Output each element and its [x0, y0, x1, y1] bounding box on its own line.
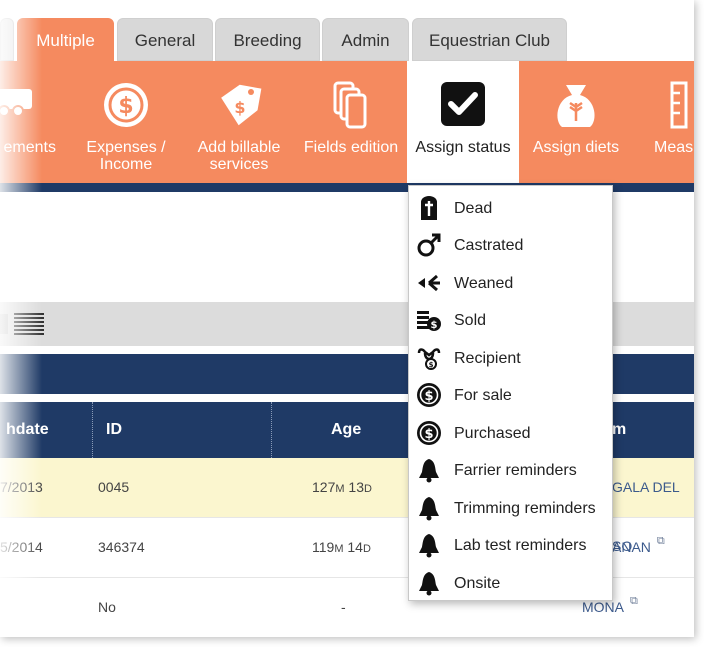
tab-bar: Multiple General Breeding Admin Equestri…: [0, 18, 694, 61]
status-item-sold[interactable]: $ Sold: [409, 302, 612, 339]
bell-icon: [416, 570, 442, 596]
cell-birthdate: 5/2014: [0, 539, 43, 555]
dollar-circle-icon: $: [416, 420, 442, 446]
cell-birthdate: 7/2013: [0, 479, 43, 495]
svg-text:$: $: [234, 98, 245, 117]
header-name[interactable]: m: [612, 402, 626, 458]
tab-general[interactable]: General: [117, 18, 213, 61]
cell-name-link[interactable]: GALA DEL SO: [612, 458, 694, 554]
status-item-purchased[interactable]: $ Purchased: [409, 415, 612, 452]
status-item-recipient[interactable]: $ Recipient: [409, 340, 612, 377]
bell-icon: [416, 495, 442, 521]
grain-sack-icon: [552, 81, 600, 135]
svg-text:$: $: [424, 389, 433, 404]
assign-diets-button[interactable]: Assign diets: [520, 61, 632, 183]
fields-edition-label: Fields edition: [303, 139, 399, 156]
status-item-for-sale[interactable]: $ For sale: [409, 377, 612, 414]
fields-edition-button[interactable]: Fields edition: [296, 61, 406, 183]
external-link-icon[interactable]: ⧉: [657, 535, 665, 547]
status-item-dead[interactable]: Dead: [409, 190, 612, 227]
dollar-circle-icon: $: [416, 382, 442, 408]
cell-id: No: [98, 599, 116, 615]
add-billable-services-label: Add billable services: [197, 139, 281, 173]
tab-multiple[interactable]: Multiple: [17, 18, 114, 61]
cell-id: 0045: [98, 479, 130, 495]
status-item-farrier-reminders[interactable]: Farrier reminders: [409, 452, 612, 489]
cell-age: 119M 14D: [312, 539, 371, 555]
uterus-icon: $: [416, 345, 442, 371]
male-symbol-icon: [416, 232, 442, 258]
movements-button[interactable]: ements: [0, 61, 62, 183]
tab-stub: [0, 18, 14, 61]
action-toolbar: ements $ Expenses / Income $ Add billabl…: [0, 61, 694, 183]
ruler-icon: [670, 81, 690, 135]
expenses-income-button[interactable]: $ Expenses / Income: [70, 61, 182, 183]
status-item-onsite[interactable]: Onsite: [409, 565, 612, 602]
price-tag-icon: $: [214, 81, 264, 135]
assign-status-menu: Dead Castrated Weaned $ Sold $ Recipient…: [408, 185, 613, 601]
header-birthdate[interactable]: hdate: [6, 402, 49, 458]
bell-icon: [416, 457, 442, 483]
documents-icon: [331, 81, 371, 135]
status-item-trimming-reminders[interactable]: Trimming reminders: [409, 490, 612, 527]
cell-id: 346374: [98, 539, 145, 555]
header-separator: [271, 402, 272, 458]
header-age[interactable]: Age: [331, 402, 361, 458]
tab-admin[interactable]: Admin: [322, 18, 409, 61]
cell-age: -: [341, 599, 346, 615]
status-item-castrated[interactable]: Castrated: [409, 227, 612, 264]
branch-arrow-icon: [416, 270, 442, 296]
add-billable-services-button[interactable]: $ Add billable services: [183, 61, 295, 183]
svg-text:$: $: [429, 361, 434, 369]
assign-status-label: Assign status: [415, 139, 511, 156]
svg-text:$: $: [118, 94, 133, 119]
money-stack-icon: $: [416, 307, 442, 333]
measurements-button[interactable]: Meas: [640, 61, 694, 183]
cell-age: 127M 13D: [312, 479, 372, 495]
svg-text:$: $: [424, 427, 433, 442]
external-link-icon[interactable]: ⧉: [630, 595, 638, 607]
trailer-icon: [0, 81, 38, 125]
tab-equestrian-club[interactable]: Equestrian Club: [412, 18, 567, 61]
svg-text:$: $: [431, 320, 438, 331]
name-link[interactable]: ANAN: [612, 539, 651, 555]
bell-icon: [416, 532, 442, 558]
cross-tombstone-icon: [416, 195, 442, 221]
status-item-weaned[interactable]: Weaned: [409, 265, 612, 302]
tab-breeding[interactable]: Breeding: [215, 18, 320, 61]
checkbox-icon: [440, 81, 486, 131]
dollar-coin-icon: $: [102, 81, 150, 133]
status-item-lab-test-reminders[interactable]: Lab test reminders: [409, 527, 612, 564]
cell-name: ANAN ⧉: [612, 518, 665, 577]
expenses-income-label: Expenses / Income: [86, 139, 166, 173]
list-view-icon[interactable]: [0, 312, 44, 341]
assign-status-button[interactable]: Assign status: [407, 61, 519, 183]
header-id[interactable]: ID: [106, 402, 122, 458]
assign-diets-label: Assign diets: [532, 139, 620, 156]
header-separator: [92, 402, 93, 458]
